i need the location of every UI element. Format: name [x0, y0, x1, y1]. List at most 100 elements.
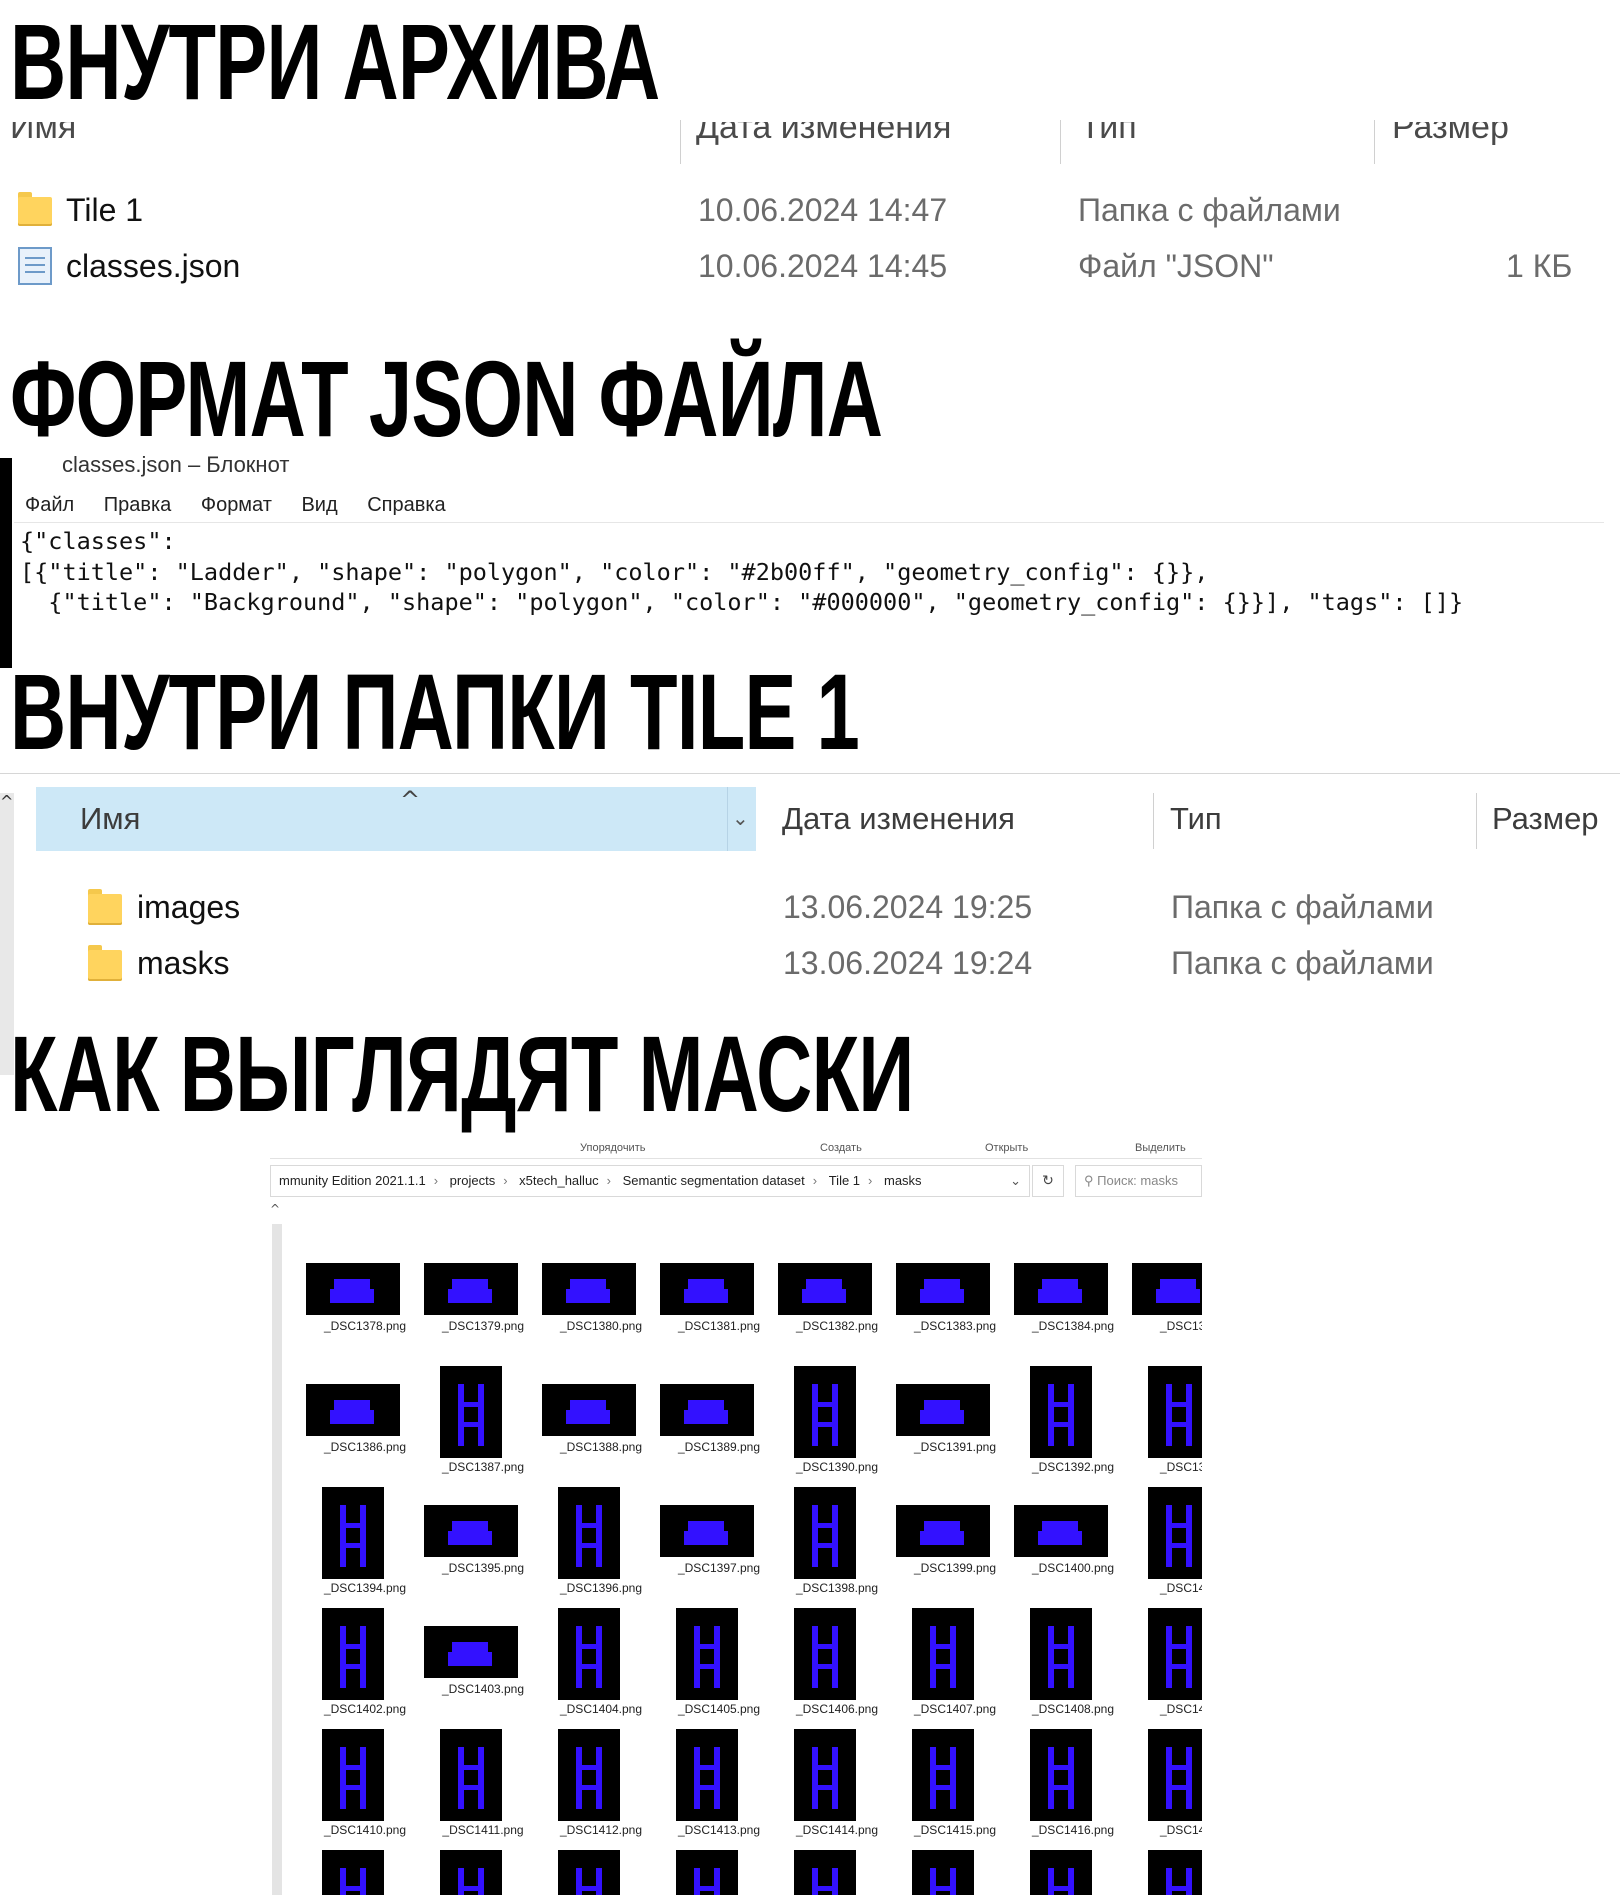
mask-thumbnail[interactable]: _DSC1404.png: [542, 1608, 660, 1728]
menu-format[interactable]: Формат: [201, 494, 272, 516]
file-date: 13.06.2024 19:24: [783, 945, 1033, 981]
mask-thumbnail[interactable]: _DSC1397.png: [660, 1487, 778, 1607]
breadcrumb-item[interactable]: Tile 1: [829, 1173, 860, 1188]
mask-thumbnail[interactable]: _DSC1398.png: [778, 1487, 896, 1607]
mask-thumbnail[interactable]: _DSC1401.: [1132, 1487, 1202, 1607]
ribbon-organize[interactable]: Упорядочить: [580, 1142, 645, 1154]
mask-thumbnail[interactable]: _DSC1383.png: [896, 1245, 1014, 1365]
column-size[interactable]: Размер: [1492, 787, 1599, 851]
mask-thumbnail[interactable]: _DSC1391.png: [896, 1366, 1014, 1486]
mask-thumbnail[interactable]: _DSC1385.: [1132, 1245, 1202, 1365]
column-size[interactable]: Размер: [1392, 122, 1509, 147]
mask-thumbnail[interactable]: _DSC1402.png: [306, 1608, 424, 1728]
address-bar[interactable]: mmunity Edition 2021.1.1 › projects › x5te…: [270, 1165, 1030, 1197]
refresh-icon[interactable]: ↻: [1032, 1165, 1064, 1197]
mask-thumbnail[interactable]: _DSC1406.png: [778, 1608, 896, 1728]
mask-thumbnail[interactable]: _DSC1414.png: [778, 1729, 896, 1849]
mask-thumbnail[interactable]: _DSC1408.png: [1014, 1608, 1132, 1728]
ribbon-create[interactable]: Создать: [820, 1142, 862, 1154]
mask-thumbnail[interactable]: [778, 1850, 896, 1895]
mask-thumbnail[interactable]: _DSC1415.png: [896, 1729, 1014, 1849]
mask-thumbnail[interactable]: _DSC1392.png: [1014, 1366, 1132, 1486]
mask-thumbnail[interactable]: _DSC1390.png: [778, 1366, 896, 1486]
mask-thumbnail[interactable]: _DSC1382.png: [778, 1245, 896, 1365]
mask-thumbnail[interactable]: [1132, 1850, 1202, 1895]
mask-thumbnail[interactable]: _DSC1388.png: [542, 1366, 660, 1486]
column-divider: [1476, 793, 1477, 849]
mask-thumbnail[interactable]: _DSC1379.png: [424, 1245, 542, 1365]
column-name[interactable]: Имя: [80, 787, 140, 851]
chevron-down-icon[interactable]: ⌄: [1010, 1166, 1021, 1196]
mask-thumbnail[interactable]: _DSC1403.png: [424, 1608, 542, 1728]
menu-help[interactable]: Справка: [367, 494, 445, 516]
breadcrumb-item[interactable]: masks: [884, 1173, 922, 1188]
mask-filename: _DSC1390.png: [795, 1460, 879, 1474]
search-icon: ⚲: [1084, 1173, 1094, 1188]
mask-thumbnail[interactable]: [306, 1850, 424, 1895]
mask-thumbnail[interactable]: _DSC1417.: [1132, 1729, 1202, 1849]
mask-thumbnail[interactable]: _DSC1407.png: [896, 1608, 1014, 1728]
mask-thumbnail[interactable]: _DSC1389.png: [660, 1366, 778, 1486]
column-type[interactable]: Тип: [1080, 122, 1137, 147]
mask-thumbnail[interactable]: [1014, 1850, 1132, 1895]
mask-image: [1148, 1850, 1202, 1895]
notepad-text-area[interactable]: {"classes": [{"title": "Ladder", "shape"…: [20, 526, 1463, 618]
column-date[interactable]: Дата изменения: [782, 787, 1015, 851]
search-input[interactable]: ⚲ Поиск: masks: [1075, 1165, 1202, 1197]
mask-thumbnail[interactable]: _DSC1380.png: [542, 1245, 660, 1365]
mask-thumbnail[interactable]: _DSC1378.png: [306, 1245, 424, 1365]
mask-thumbnail[interactable]: _DSC1395.png: [424, 1487, 542, 1607]
mask-thumbnail[interactable]: _DSC1387.png: [424, 1366, 542, 1486]
scroll-up-icon[interactable]: ^: [0, 792, 13, 811]
file-name: masks: [137, 945, 230, 981]
breadcrumb-item[interactable]: Semantic segmentation dataset: [623, 1173, 805, 1188]
menu-view[interactable]: Вид: [301, 494, 337, 516]
column-divider: [1153, 793, 1154, 849]
file-row-classes-json[interactable]: classes.json 10.06.2024 14:45 Файл "JSON…: [0, 242, 1620, 290]
scrollbar[interactable]: [272, 1224, 282, 1895]
mask-thumbnail[interactable]: _DSC1405.png: [660, 1608, 778, 1728]
mask-thumbnail[interactable]: _DSC1400.png: [1014, 1487, 1132, 1607]
mask-thumbnail[interactable]: [542, 1850, 660, 1895]
file-row-tile1[interactable]: Tile 1 10.06.2024 14:47 Папка с файлами: [0, 186, 1620, 234]
column-name[interactable]: Имя: [10, 122, 76, 147]
breadcrumb-item[interactable]: projects: [450, 1173, 496, 1188]
ribbon-select[interactable]: Выделить: [1135, 1142, 1186, 1154]
folder-row-images[interactable]: images 13.06.2024 19:25 Папка с файлами: [0, 883, 1620, 931]
mask-thumbnail[interactable]: _DSC1411.png: [424, 1729, 542, 1849]
mask-thumbnail[interactable]: [896, 1850, 1014, 1895]
column-date[interactable]: Дата изменения: [696, 122, 951, 147]
ribbon-open[interactable]: Открыть: [985, 1142, 1028, 1154]
file-type: Папка с файлами: [1171, 889, 1434, 925]
mask-thumbnail[interactable]: _DSC1393.: [1132, 1366, 1202, 1486]
notepad-title: classes.json – Блокнот: [62, 452, 290, 477]
sort-arrow-icon: ^: [400, 786, 421, 814]
column-name-header-selected[interactable]: [36, 787, 756, 851]
mask-image: [322, 1608, 384, 1700]
mask-thumbnail[interactable]: _DSC1381.png: [660, 1245, 778, 1365]
folder-row-masks[interactable]: masks 13.06.2024 19:24 Папка с файлами: [0, 939, 1620, 987]
mask-thumbnail[interactable]: _DSC1412.png: [542, 1729, 660, 1849]
chevron-down-icon[interactable]: ⌄: [732, 806, 749, 830]
mask-thumbnail[interactable]: _DSC1394.png: [306, 1487, 424, 1607]
mask-thumbnail[interactable]: _DSC1399.png: [896, 1487, 1014, 1607]
file-name: images: [137, 889, 241, 925]
mask-thumbnail[interactable]: _DSC1384.png: [1014, 1245, 1132, 1365]
breadcrumb-item[interactable]: x5tech_halluc: [519, 1173, 599, 1188]
scroll-up-icon[interactable]: ^: [270, 1202, 280, 1216]
mask-thumbnail[interactable]: _DSC1416.png: [1014, 1729, 1132, 1849]
column-type[interactable]: Тип: [1170, 787, 1222, 851]
mask-thumbnail[interactable]: _DSC1396.png: [542, 1487, 660, 1607]
mask-thumbnail[interactable]: [424, 1850, 542, 1895]
file-type: Папка с файлами: [1078, 192, 1341, 228]
file-name: Tile 1: [66, 192, 144, 228]
mask-thumbnail[interactable]: _DSC1409.: [1132, 1608, 1202, 1728]
mask-thumbnail[interactable]: [660, 1850, 778, 1895]
breadcrumb-item[interactable]: mmunity Edition 2021.1.1: [279, 1173, 426, 1188]
mask-thumbnail[interactable]: _DSC1413.png: [660, 1729, 778, 1849]
mask-thumbnail[interactable]: _DSC1410.png: [306, 1729, 424, 1849]
mask-image: [424, 1263, 518, 1315]
mask-thumbnail[interactable]: _DSC1386.png: [306, 1366, 424, 1486]
menu-edit[interactable]: Правка: [104, 494, 172, 516]
menu-file[interactable]: Файл: [25, 494, 74, 516]
